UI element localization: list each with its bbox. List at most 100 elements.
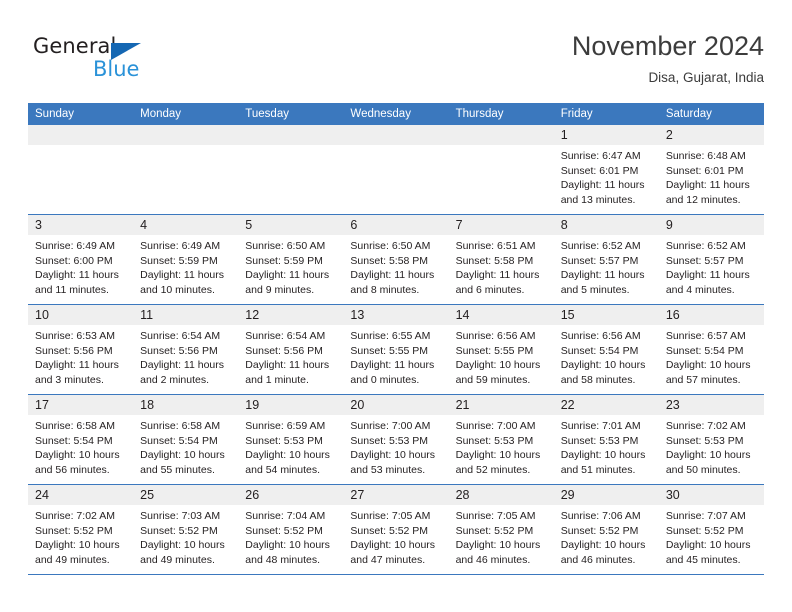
day-cell[interactable]: 18 Sunrise: 6:58 AM Sunset: 5:54 PM Dayligh…: [133, 395, 239, 484]
day-number-band: 26: [238, 485, 344, 505]
weekday-header-row: Sunday Monday Tuesday Wednesday Thursday Frid…: [28, 103, 764, 125]
day-number: 8: [560, 218, 568, 232]
day-number: 19: [245, 398, 260, 412]
sunrise-time: Sunrise: 7:04 AM: [245, 510, 326, 522]
sunset-time: Sunset: 6:01 PM: [560, 164, 639, 177]
sunset-time: Sunset: 5:58 PM: [455, 254, 534, 267]
day-details: Sunrise: 7:00 AM Sunset: 5:53 PM Daylight:…: [449, 415, 554, 477]
daylight-duration: Daylight: 10 hours and 49 minutes.: [35, 539, 120, 566]
day-cell-empty: [28, 125, 134, 214]
sunset-time: Sunset: 5:53 PM: [350, 434, 429, 447]
daylight-duration: Daylight: 10 hours and 49 minutes.: [140, 539, 225, 566]
day-cell[interactable]: 8 Sunrise: 6:52 AM Sunset: 5:57 PM Daylight…: [553, 215, 659, 304]
day-cell[interactable]: 1 Sunrise: 6:47 AM Sunset: 6:01 PM Daylight…: [553, 125, 659, 214]
day-number: 14: [455, 308, 470, 322]
day-cell[interactable]: 25 Sunrise: 7:03 AM Sunset: 5:52 PM Dayligh…: [133, 485, 239, 574]
daylight-duration: Daylight: 10 hours and 56 minutes.: [35, 449, 120, 476]
sunrise-time: Sunrise: 7:05 AM: [455, 510, 536, 522]
day-cell[interactable]: 27 Sunrise: 7:05 AM Sunset: 5:52 PM Dayligh…: [343, 485, 449, 574]
daylight-duration: Daylight: 10 hours and 58 minutes.: [560, 359, 646, 386]
sunrise-time: Sunrise: 6:49 AM: [35, 240, 115, 252]
daylight-duration: Daylight: 10 hours and 47 minutes.: [350, 539, 436, 566]
general-blue-logo[interactable]: General Blue: [33, 34, 233, 84]
day-cell[interactable]: 2 Sunrise: 6:48 AM Sunset: 6:01 PM Daylight…: [658, 125, 764, 214]
sunset-time: Sunset: 5:54 PM: [665, 344, 744, 357]
day-number: 20: [350, 398, 365, 412]
day-cell[interactable]: 21 Sunrise: 7:00 AM Sunset: 5:53 PM Dayligh…: [448, 395, 554, 484]
day-cell-empty: [448, 125, 554, 214]
sunset-time: Sunset: 5:54 PM: [140, 434, 218, 447]
day-details: Sunrise: 6:48 AM Sunset: 6:01 PM Daylight:…: [659, 145, 764, 207]
day-cell[interactable]: 6 Sunrise: 6:50 AM Sunset: 5:58 PM Daylight…: [343, 215, 449, 304]
day-cell[interactable]: 5 Sunrise: 6:50 AM Sunset: 5:59 PM Daylight…: [238, 215, 344, 304]
day-cell[interactable]: 30 Sunrise: 7:07 AM Sunset: 5:52 PM Dayligh…: [658, 485, 764, 574]
daylight-duration: Daylight: 10 hours and 51 minutes.: [560, 449, 646, 476]
day-cell[interactable]: 3 Sunrise: 6:49 AM Sunset: 6:00 PM Daylight…: [28, 215, 134, 304]
day-cell[interactable]: 7 Sunrise: 6:51 AM Sunset: 5:58 PM Daylight…: [448, 215, 554, 304]
logo-text-blue: Blue: [93, 57, 140, 81]
day-cell[interactable]: 17 Sunrise: 6:58 AM Sunset: 5:54 PM Dayligh…: [28, 395, 134, 484]
day-number-band: 24: [28, 485, 134, 505]
day-cell[interactable]: 15 Sunrise: 6:56 AM Sunset: 5:54 PM Dayligh…: [553, 305, 659, 394]
sunset-time: Sunset: 5:56 PM: [245, 344, 323, 357]
sunset-time: Sunset: 5:58 PM: [350, 254, 429, 267]
day-cell[interactable]: 19 Sunrise: 6:59 AM Sunset: 5:53 PM Dayligh…: [238, 395, 344, 484]
sunrise-time: Sunrise: 6:56 AM: [455, 330, 536, 342]
day-details: Sunrise: 7:04 AM Sunset: 5:52 PM Daylight:…: [238, 505, 343, 567]
daylight-duration: Daylight: 11 hours and 0 minutes.: [350, 359, 435, 386]
daylight-duration: Daylight: 11 hours and 4 minutes.: [665, 269, 750, 296]
day-number: 9: [665, 218, 673, 232]
day-cell[interactable]: 9 Sunrise: 6:52 AM Sunset: 5:57 PM Daylight…: [658, 215, 764, 304]
calendar-week-row: 24 Sunrise: 7:02 AM Sunset: 5:52 PM Dayligh…: [28, 485, 764, 575]
day-details: Sunrise: 6:59 AM Sunset: 5:53 PM Daylight:…: [238, 415, 343, 477]
sunrise-time: Sunrise: 6:48 AM: [665, 150, 746, 162]
day-number-band: 5: [238, 215, 344, 235]
sunset-time: Sunset: 5:52 PM: [35, 524, 113, 537]
day-cell[interactable]: 13 Sunrise: 6:55 AM Sunset: 5:55 PM Dayligh…: [343, 305, 449, 394]
day-details: Sunrise: 6:55 AM Sunset: 5:55 PM Daylight:…: [343, 325, 448, 387]
sunset-time: Sunset: 5:54 PM: [560, 344, 639, 357]
day-number-band: 3: [28, 215, 134, 235]
day-details: Sunrise: 6:52 AM Sunset: 5:57 PM Daylight:…: [554, 235, 659, 297]
sunrise-time: Sunrise: 6:50 AM: [350, 240, 431, 252]
day-number: 1: [560, 128, 568, 142]
day-number: 11: [140, 308, 154, 322]
day-details: Sunrise: 6:50 AM Sunset: 5:59 PM Daylight:…: [238, 235, 343, 297]
calendar-page: General Blue November 2024 Disa, Gujarat…: [0, 0, 792, 612]
logo-text-general: General: [33, 34, 117, 58]
sunrise-time: Sunrise: 6:52 AM: [665, 240, 746, 252]
day-number-band: 12: [238, 305, 344, 325]
daylight-duration: Daylight: 11 hours and 10 minutes.: [140, 269, 224, 296]
weekday-header-saturday: Saturday: [665, 108, 712, 120]
day-cell[interactable]: 28 Sunrise: 7:05 AM Sunset: 5:52 PM Dayligh…: [448, 485, 554, 574]
day-number-band: [238, 125, 344, 145]
day-cell[interactable]: 20 Sunrise: 7:00 AM Sunset: 5:53 PM Dayligh…: [343, 395, 449, 484]
day-cell[interactable]: 10 Sunrise: 6:53 AM Sunset: 5:56 PM Dayligh…: [28, 305, 134, 394]
daylight-duration: Daylight: 11 hours and 1 minute.: [245, 359, 330, 386]
daylight-duration: Daylight: 10 hours and 50 minutes.: [665, 449, 751, 476]
day-cell[interactable]: 14 Sunrise: 6:56 AM Sunset: 5:55 PM Dayligh…: [448, 305, 554, 394]
day-cell[interactable]: 11 Sunrise: 6:54 AM Sunset: 5:56 PM Dayligh…: [133, 305, 239, 394]
day-details: Sunrise: 7:01 AM Sunset: 5:53 PM Daylight:…: [554, 415, 659, 477]
sunset-time: Sunset: 5:56 PM: [140, 344, 218, 357]
day-details: Sunrise: 7:02 AM Sunset: 5:52 PM Daylight:…: [28, 505, 133, 567]
day-cell[interactable]: 22 Sunrise: 7:01 AM Sunset: 5:53 PM Dayligh…: [553, 395, 659, 484]
day-cell[interactable]: 12 Sunrise: 6:54 AM Sunset: 5:56 PM Dayligh…: [238, 305, 344, 394]
day-details: Sunrise: 6:53 AM Sunset: 5:56 PM Daylight:…: [28, 325, 133, 387]
day-cell[interactable]: 16 Sunrise: 6:57 AM Sunset: 5:54 PM Dayligh…: [658, 305, 764, 394]
sunrise-time: Sunrise: 7:07 AM: [665, 510, 746, 522]
daylight-duration: Daylight: 10 hours and 48 minutes.: [245, 539, 330, 566]
day-number: 29: [560, 488, 575, 502]
day-cell[interactable]: 23 Sunrise: 7:02 AM Sunset: 5:53 PM Dayligh…: [658, 395, 764, 484]
day-number-band: [343, 125, 449, 145]
day-cell[interactable]: 26 Sunrise: 7:04 AM Sunset: 5:52 PM Dayligh…: [238, 485, 344, 574]
day-details: Sunrise: 6:58 AM Sunset: 5:54 PM Daylight:…: [28, 415, 133, 477]
day-cell[interactable]: 4 Sunrise: 6:49 AM Sunset: 5:59 PM Daylight…: [133, 215, 239, 304]
day-number-band: 23: [658, 395, 764, 415]
daylight-duration: Daylight: 10 hours and 46 minutes.: [455, 539, 541, 566]
sunset-time: Sunset: 5:52 PM: [350, 524, 429, 537]
day-cell[interactable]: 24 Sunrise: 7:02 AM Sunset: 5:52 PM Dayligh…: [28, 485, 134, 574]
daylight-duration: Daylight: 11 hours and 3 minutes.: [35, 359, 119, 386]
daylight-duration: Daylight: 10 hours and 46 minutes.: [560, 539, 646, 566]
day-cell[interactable]: 29 Sunrise: 7:06 AM Sunset: 5:52 PM Dayligh…: [553, 485, 659, 574]
